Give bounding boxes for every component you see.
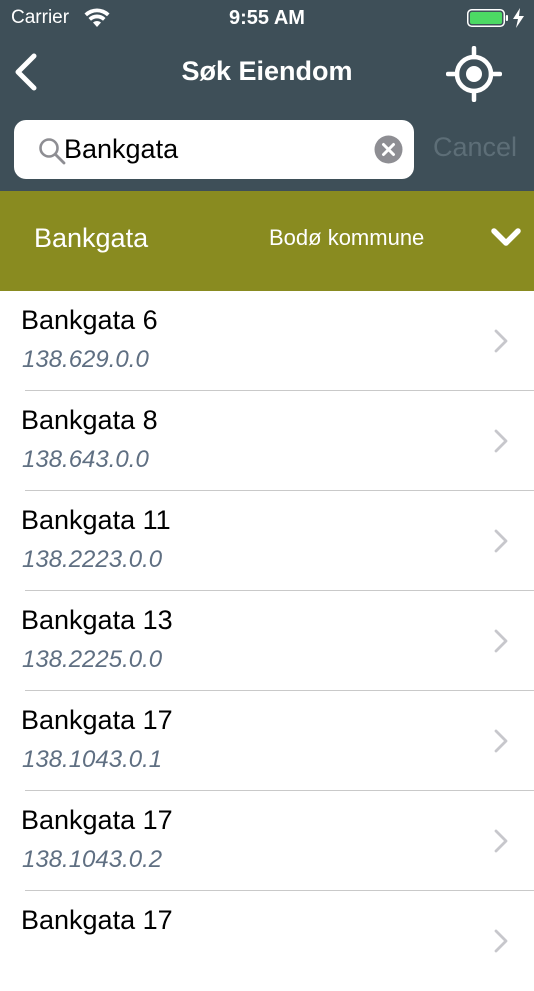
item-title: Bankgata 8 xyxy=(21,405,158,435)
chevron-down-icon[interactable] xyxy=(490,227,522,249)
municipality-dropdown[interactable]: Bodø kommune xyxy=(269,225,424,251)
item-title: Bankgata 17 xyxy=(21,905,173,935)
item-id: 138.2223.0.0 xyxy=(22,546,163,573)
chevron-right-icon xyxy=(494,829,508,853)
search-icon xyxy=(39,138,66,165)
navigation-bar: Søk Eiendom xyxy=(0,38,534,108)
results-list: Bankgata 6 138.629.0.0 Bankgata 8 138.64… xyxy=(0,291,534,991)
list-item[interactable]: Bankgata 17 138.1043.0.2 xyxy=(0,791,534,891)
crosshair-icon[interactable] xyxy=(446,46,502,102)
filter-bar[interactable]: Bankgata Bodø kommune xyxy=(0,191,534,291)
item-title: Bankgata 17 xyxy=(21,805,173,835)
item-id: 138.1043.0.2 xyxy=(22,846,163,873)
list-item[interactable]: Bankgata 17 xyxy=(0,891,534,991)
item-id: 138.629.0.0 xyxy=(22,346,149,373)
cancel-button[interactable]: Cancel xyxy=(433,132,517,163)
battery-icon xyxy=(467,9,508,27)
status-bar: Carrier 9:55 AM xyxy=(0,0,534,38)
item-id: 138.2225.0.0 xyxy=(22,646,163,673)
item-title: Bankgata 17 xyxy=(21,705,173,735)
chevron-right-icon xyxy=(494,329,508,353)
search-input[interactable] xyxy=(64,120,364,179)
item-title: Bankgata 11 xyxy=(21,505,171,535)
chevron-right-icon xyxy=(494,929,508,953)
chevron-right-icon xyxy=(494,629,508,653)
item-id: 138.1043.0.1 xyxy=(22,746,163,773)
search-field[interactable] xyxy=(14,120,414,179)
list-item[interactable]: Bankgata 13 138.2225.0.0 xyxy=(0,591,534,691)
item-title: Bankgata 13 xyxy=(21,605,173,635)
clear-search-icon[interactable] xyxy=(374,135,403,164)
filter-street-label: Bankgata xyxy=(34,223,149,253)
item-id: 138.643.0.0 xyxy=(22,446,149,473)
top-bar: Carrier 9:55 AM Søk Eiendom xyxy=(0,0,534,108)
list-item[interactable]: Bankgata 11 138.2223.0.0 xyxy=(0,491,534,591)
item-title: Bankgata 6 xyxy=(21,305,158,335)
status-time: 9:55 AM xyxy=(229,7,305,29)
charging-bolt-icon xyxy=(513,8,524,28)
chevron-right-icon xyxy=(494,729,508,753)
chevron-right-icon xyxy=(494,429,508,453)
list-item[interactable]: Bankgata 6 138.629.0.0 xyxy=(0,291,534,391)
chevron-right-icon xyxy=(494,529,508,553)
list-item[interactable]: Bankgata 8 138.643.0.0 xyxy=(0,391,534,491)
list-item[interactable]: Bankgata 17 138.1043.0.1 xyxy=(0,691,534,791)
